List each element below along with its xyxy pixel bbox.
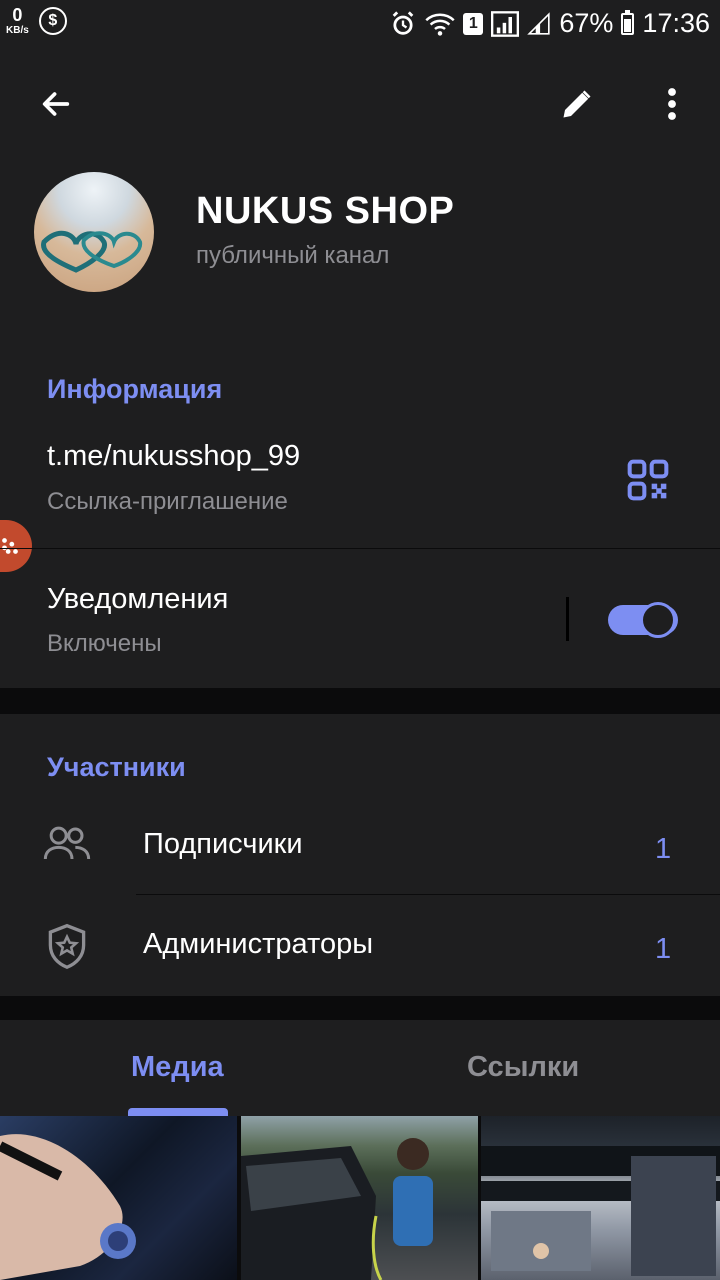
more-vertical-icon	[668, 88, 676, 120]
administrators-count: 1	[655, 933, 672, 965]
pencil-icon	[563, 90, 591, 118]
invite-link[interactable]: t.me/nukusshop_99	[47, 440, 300, 473]
shield-star-icon	[44, 922, 90, 975]
status-bar-left: 0 KB/s $	[6, 6, 67, 36]
media-image-store	[481, 1146, 720, 1276]
tab-media[interactable]: Медиа	[131, 1051, 224, 1084]
battery-icon	[621, 9, 635, 35]
media-thumbnail[interactable]	[481, 1116, 720, 1280]
alarm-icon	[389, 10, 417, 38]
signal-icon-sim2	[527, 11, 551, 37]
subscribers-label: Подписчики	[143, 828, 303, 860]
channel-type: публичный канал	[196, 242, 390, 269]
members-section-title: Участники	[47, 752, 186, 782]
tab-links[interactable]: Ссылки	[467, 1051, 579, 1084]
media-thumbnail[interactable]	[0, 1116, 237, 1280]
users-icon	[42, 824, 92, 869]
media-tabs	[0, 1020, 720, 1116]
status-bar-right: 1 67% 17:36	[389, 8, 710, 39]
dollar-icon: $	[38, 7, 67, 35]
network-speed-unit: KB/s	[6, 25, 29, 36]
sim-badge: 1	[463, 12, 484, 35]
channel-name: NUKUS SHOP	[196, 190, 455, 232]
toggle-knob	[640, 602, 676, 638]
notifications-status: Включены	[47, 630, 162, 657]
active-tab-indicator	[128, 1108, 228, 1116]
back-button[interactable]	[24, 82, 88, 126]
network-speed-value: 0	[12, 5, 23, 25]
invite-link-caption: Ссылка-приглашение	[47, 488, 288, 515]
more-options-button[interactable]	[652, 82, 692, 126]
channel-avatar[interactable]	[34, 172, 154, 292]
subscribers-row[interactable]	[0, 798, 720, 894]
network-speed: 0 KB/s	[6, 6, 29, 36]
qr-code-button[interactable]	[624, 456, 672, 504]
edit-button[interactable]	[550, 82, 604, 126]
wifi-icon	[425, 11, 455, 37]
subscribers-count: 1	[655, 833, 672, 865]
notifications-toggle[interactable]	[608, 599, 678, 641]
divider	[136, 894, 720, 895]
clock: 17:36	[642, 8, 710, 38]
administrators-label: Администраторы	[143, 928, 374, 960]
media-image-hand	[0, 1134, 136, 1280]
info-section-title: Информация	[47, 374, 223, 404]
avatar-image	[41, 230, 143, 273]
notifications-title: Уведомления	[47, 583, 229, 615]
signal-icon-sim1	[491, 10, 520, 37]
battery-percent: 67%	[559, 8, 614, 38]
toggle-separator	[566, 597, 569, 641]
divider	[0, 548, 720, 549]
arrow-left-icon	[42, 92, 70, 116]
media-image-car-wash	[241, 1138, 433, 1280]
qr-code-icon	[627, 459, 669, 501]
media-thumbnail[interactable]	[241, 1116, 478, 1280]
